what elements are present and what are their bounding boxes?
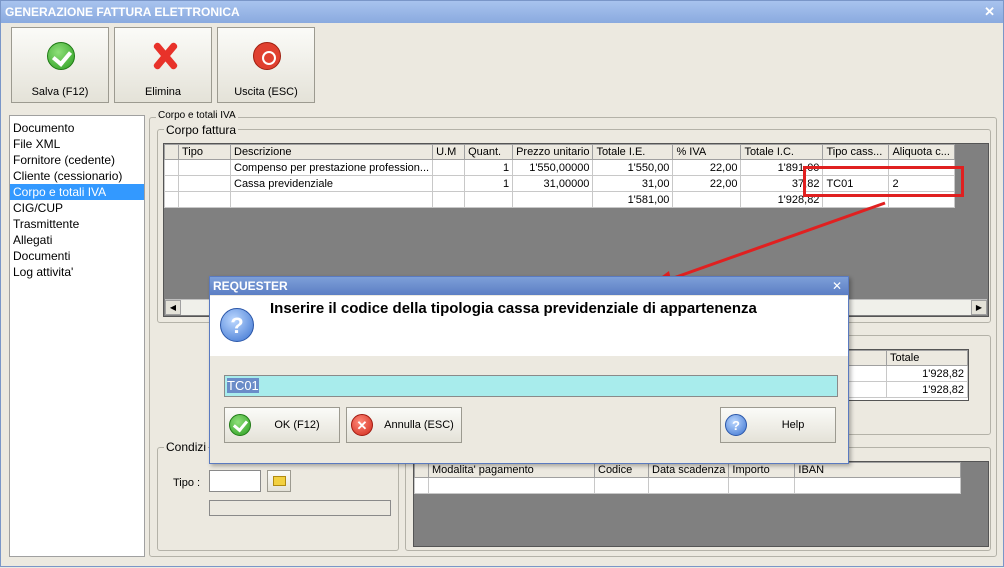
ok-button[interactable]: OK (F12)	[224, 407, 340, 443]
cancel-button[interactable]: ✕ Annulla (ESC)	[346, 407, 462, 443]
cancel-icon: ✕	[351, 414, 373, 436]
dialog-close-icon[interactable]: ✕	[832, 277, 842, 295]
dialog-title: REQUESTER	[213, 279, 288, 293]
help-button-label: Help	[781, 419, 805, 431]
help-icon: ?	[725, 414, 747, 436]
requester-dialog: REQUESTER ✕ ? Inserire il codice della t…	[209, 276, 849, 464]
cassa-code-value: TC01	[227, 378, 259, 393]
dialog-prompt: Inserire il codice della tipologia cassa…	[270, 300, 757, 317]
help-button[interactable]: ? Help	[720, 407, 836, 443]
question-icon: ?	[220, 308, 254, 342]
cancel-button-label: Annulla (ESC)	[384, 419, 454, 431]
dialog-header: ? Inserire il codice della tipologia cas…	[210, 296, 848, 356]
cassa-code-input[interactable]: TC01	[224, 375, 838, 397]
checkmark-icon	[229, 414, 251, 436]
ok-button-label: OK (F12)	[274, 419, 320, 431]
main-window: GENERAZIONE FATTURA ELETTRONICA ✕ Salva …	[0, 0, 1004, 567]
arrow-line	[664, 201, 886, 283]
dialog-titlebar: REQUESTER	[210, 277, 848, 295]
